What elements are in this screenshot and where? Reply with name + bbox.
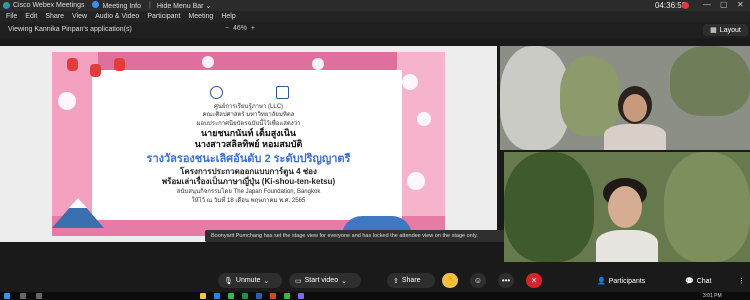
present-line-text: มอบประกาศนียบัตรฉบับนี้ไว้เพื่อแสดงว่า [196, 121, 301, 127]
chevron-down-icon: ⌄ [263, 277, 270, 285]
menu-bar: File Edit Share View Audio & Video Parti… [0, 11, 750, 22]
recording-indicator-icon [682, 2, 689, 9]
zoom-control[interactable]: − 46% + [225, 25, 255, 32]
info-icon [92, 1, 100, 8]
lantern-icon [114, 58, 125, 71]
cherry-blossom-icon [402, 74, 418, 90]
more-panels-icon[interactable]: ⋮ [738, 277, 745, 285]
meeting-controls: 🎙 Unmute ⌄ ▭ Start video ⌄ ⇪ Share ✋ ☺ •… [0, 268, 750, 292]
participant-body [596, 230, 658, 262]
chevron-down-icon: ⌄ [341, 277, 347, 285]
excel-icon[interactable] [242, 293, 248, 299]
start-video-button[interactable]: ▭ Start video ⌄ [289, 273, 361, 288]
menu-participant[interactable]: Participant [147, 13, 180, 20]
background-plant [670, 46, 750, 116]
menu-share[interactable]: Share [45, 13, 64, 20]
llc-logo-icon [276, 86, 289, 99]
task-view-icon[interactable] [36, 293, 42, 299]
participant-face [608, 186, 642, 228]
award-title: รางวัลรองชนะเลิศอันดับ 2 ระดับปริญญาตรี [146, 153, 351, 165]
lantern-icon [67, 58, 78, 71]
cherry-blossom-icon [202, 56, 214, 68]
word-icon[interactable] [256, 293, 262, 299]
menu-audio-video[interactable]: Audio & Video [95, 13, 139, 20]
date-text: ให้ไว้ ณ วันที่ 18 เดือน พฤษภาคม พ.ศ. 25… [191, 198, 306, 204]
maximize-icon[interactable]: ▢ [720, 0, 728, 9]
university-logo-icon [210, 86, 223, 99]
minimize-icon[interactable]: — [703, 0, 711, 9]
title-bar: Cisco Webex Meetings Meeting Info | Hide… [0, 0, 750, 11]
project-line-2: พร้อมเล่าเรื่องเป็นภาษาญี่ปุ่น (Ki-shou-… [161, 177, 336, 186]
powerpoint-icon[interactable] [270, 293, 276, 299]
menu-meeting[interactable]: Meeting [188, 13, 213, 20]
menu-edit[interactable]: Edit [25, 13, 37, 20]
search-icon[interactable] [20, 293, 26, 299]
start-menu-icon[interactable] [4, 293, 10, 299]
menu-view[interactable]: View [72, 13, 87, 20]
chat-icon: 💬 [685, 278, 694, 285]
os-taskbar: 3:01 PM [0, 292, 750, 300]
center-org-text: ศูนย์การเรียนรู้ภาษา (LLC) [213, 104, 284, 110]
divider: | [149, 2, 151, 9]
participant-body [604, 124, 666, 150]
end-meeting-button[interactable]: ✕ [526, 273, 542, 288]
certificate-slide: ศูนย์การเรียนรู้ภาษา (LLC) คณะศิลปศาสตร์… [52, 52, 445, 236]
background-tree [664, 152, 750, 262]
edge-icon[interactable] [214, 293, 220, 299]
file-explorer-icon[interactable] [200, 293, 206, 299]
zoom-out-button[interactable]: − [225, 25, 229, 32]
system-clock: 3:01 PM [703, 293, 722, 299]
layout-button[interactable]: ▦ Layout [703, 24, 748, 36]
participant-video-1[interactable] [500, 46, 750, 150]
hide-menu-bar-button[interactable]: Hide Menu Bar ⌄ [157, 2, 212, 10]
layout-grid-icon: ▦ [710, 27, 717, 34]
microphone-muted-icon: 🎙 [224, 277, 233, 285]
zoom-in-button[interactable]: + [251, 25, 255, 32]
participant-video-2[interactable] [504, 152, 750, 262]
recipient-name-1: นายชนกนันท์ เต็มสูงเนิน [200, 128, 297, 138]
chrome-icon[interactable] [228, 293, 234, 299]
more-options-button[interactable]: ••• [498, 273, 514, 288]
app-name: Cisco Webex Meetings [13, 2, 85, 9]
stage-notification: Boonyarit Pumchang has set the stage vie… [205, 230, 545, 242]
close-icon[interactable]: ✕ [737, 0, 744, 9]
share-button[interactable]: ⇪ Share [387, 273, 435, 288]
webex-logo-icon [3, 2, 10, 9]
recipient-name-2: นางสาวสลิลทิพย์ หอมสมบัติ [194, 139, 303, 149]
participant-face [623, 94, 647, 122]
raise-hand-icon[interactable]: ✋ [442, 273, 458, 288]
unmute-button[interactable]: 🎙 Unmute ⌄ [218, 273, 282, 288]
shared-screen: ศูนย์การเรียนรู้ภาษา (LLC) คณะศิลปศาสตร์… [0, 46, 497, 242]
zoom-level: 46% [232, 25, 247, 32]
viewing-label: Viewing Kannika Pinpan's application(s) [8, 26, 132, 33]
viewing-bar: Viewing Kannika Pinpan's application(s) … [0, 22, 750, 38]
project-line-1: โครงการประกวดออกแบบการ์ตูน 4 ช่อง [180, 167, 317, 176]
teams-icon[interactable] [298, 293, 304, 299]
menu-file[interactable]: File [6, 13, 17, 20]
sponsor-text: สนับสนุนกิจกรรมโดย The Japan Foundation,… [176, 189, 321, 195]
background-plant [560, 56, 620, 136]
participants-button[interactable]: 👤 Participants [597, 277, 645, 286]
participants-icon: 👤 [597, 278, 606, 285]
background-tree [504, 152, 594, 262]
lantern-icon [90, 64, 101, 77]
menu-help[interactable]: Help [221, 13, 235, 20]
reactions-icon[interactable]: ☺ [470, 273, 486, 288]
camera-off-icon: ▭ [295, 277, 302, 285]
faculty-text: คณะศิลปศาสตร์ มหาวิทยาลัยมหิดล [202, 112, 295, 118]
chat-button[interactable]: 💬 Chat [685, 277, 712, 286]
meeting-info-button[interactable]: Meeting Info [92, 1, 141, 10]
cherry-blossom-icon [312, 58, 324, 70]
share-icon: ⇪ [393, 277, 399, 285]
webex-taskbar-icon[interactable] [284, 293, 290, 299]
